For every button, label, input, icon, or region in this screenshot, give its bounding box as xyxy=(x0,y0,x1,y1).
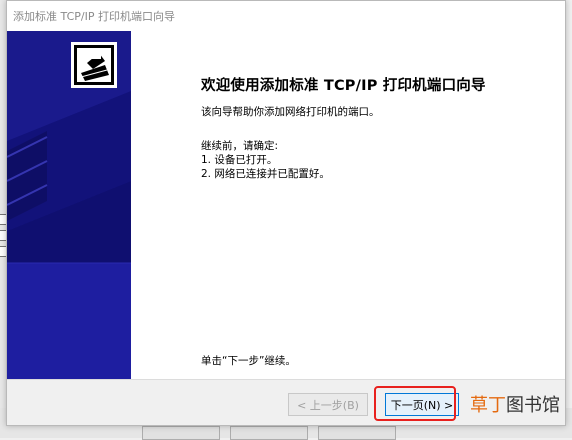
wizard-content: 欢迎使用添加标准 TCP/IP 打印机端口向导 该向导帮助你添加网络打印机的端口… xyxy=(7,31,565,379)
window-title: 添加标准 TCP/IP 打印机端口向导 xyxy=(13,10,175,23)
printer-wizard-graphic xyxy=(7,31,131,379)
wizard-heading: 欢迎使用添加标准 TCP/IP 打印机端口向导 xyxy=(201,78,486,94)
watermark-char: 丁 xyxy=(488,395,506,416)
next-button-highlight xyxy=(374,386,456,421)
prerequisite-item: 2. 网络已连接并已配置好。 xyxy=(201,168,330,180)
watermark-text: 图书馆 xyxy=(506,395,560,416)
title-bar[interactable]: 添加标准 TCP/IP 打印机端口向导 xyxy=(7,1,565,31)
continue-hint: 单击“下一步”继续。 xyxy=(201,355,296,367)
prerequisite-label: 继续前，请确定: xyxy=(201,140,279,152)
intro-text: 该向导帮助你添加网络打印机的端口。 xyxy=(201,106,380,118)
wizard-dialog: 添加标准 TCP/IP 打印机端口向导 欢迎使用添加标准 TCP/IP 打印机端… xyxy=(6,0,566,426)
footer-divider xyxy=(7,379,565,380)
watermark-char: 草 xyxy=(470,395,488,416)
wizard-banner xyxy=(7,31,131,379)
back-button[interactable]: < 上一步(B) xyxy=(288,393,368,416)
site-watermark: 草丁图书馆 xyxy=(470,388,562,420)
prerequisite-item: 1. 设备已打开。 xyxy=(201,154,278,166)
